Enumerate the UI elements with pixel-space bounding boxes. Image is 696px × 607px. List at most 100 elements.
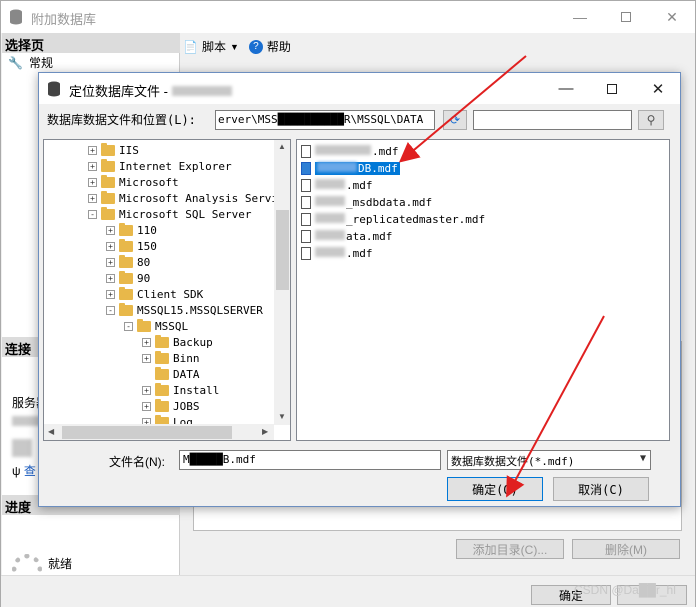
script-button[interactable]: 📄 脚本 ▼ bbox=[183, 38, 239, 55]
collapse-icon[interactable]: - bbox=[124, 321, 133, 331]
tree-item[interactable]: + Install bbox=[142, 382, 219, 398]
expand-icon[interactable]: + bbox=[106, 289, 115, 299]
dialog-ok-button[interactable]: 确定(O) bbox=[447, 477, 543, 501]
tree-item[interactable]: DATA bbox=[142, 366, 200, 382]
expand-icon[interactable]: + bbox=[88, 145, 97, 155]
search-input[interactable] bbox=[473, 110, 632, 130]
location-path-field[interactable]: erver\MSS██████████R\MSSQL\DATA bbox=[215, 110, 435, 130]
file-name: _msdbdata.mdf bbox=[315, 195, 432, 209]
tree-item[interactable]: + JOBS bbox=[142, 398, 200, 414]
search-button[interactable]: ⚲ bbox=[638, 110, 664, 130]
maximize-button[interactable] bbox=[603, 1, 649, 33]
file-item[interactable]: .mdf bbox=[301, 245, 373, 261]
tree-vertical-scrollbar[interactable]: ▲ ▼ bbox=[274, 140, 290, 425]
file-item[interactable]: ata.mdf bbox=[301, 228, 392, 244]
expand-icon[interactable]: + bbox=[106, 257, 115, 267]
tree-item[interactable]: + Backup bbox=[142, 334, 213, 350]
file-name: .mdf bbox=[315, 144, 399, 158]
chevron-down-icon: ▼ bbox=[229, 41, 239, 52]
tree-vertical-thumb[interactable] bbox=[276, 210, 289, 290]
expand-icon[interactable]: + bbox=[88, 193, 97, 203]
outer-titlebar: 附加数据库 — ✕ bbox=[1, 1, 695, 33]
folder-icon bbox=[119, 270, 133, 284]
collapse-icon[interactable]: - bbox=[88, 209, 97, 219]
tree-item-label: Internet Explorer bbox=[119, 159, 232, 173]
dialog-minimize-button[interactable]: — bbox=[543, 73, 589, 104]
tree-item-label: 90 bbox=[137, 271, 151, 285]
file-item[interactable]: _replicatedmaster.mdf bbox=[301, 211, 485, 227]
expand-icon[interactable]: + bbox=[106, 273, 115, 283]
help-button[interactable]: ? 帮助 bbox=[248, 38, 291, 55]
tree-item-label: IIS bbox=[119, 143, 139, 157]
expand-icon[interactable]: + bbox=[106, 225, 115, 235]
filename-input[interactable]: M█████B.mdf bbox=[179, 450, 441, 470]
folder-icon bbox=[155, 382, 169, 396]
file-item-selected[interactable]: DB.mdf bbox=[301, 160, 400, 176]
expand-icon[interactable]: + bbox=[142, 401, 151, 411]
tree-item[interactable]: +80 bbox=[106, 254, 150, 270]
scroll-left-icon: ◀ bbox=[48, 427, 55, 436]
filetype-select[interactable]: 数据库数据文件(*.mdf) ▼ bbox=[447, 450, 651, 470]
tree-item[interactable]: +150 bbox=[106, 238, 157, 254]
tree-item[interactable]: +90 bbox=[106, 270, 150, 286]
database-icon bbox=[48, 81, 60, 97]
page-item-general[interactable]: 🔧 常规 bbox=[8, 54, 53, 71]
tree-item[interactable]: + Client SDK bbox=[106, 286, 203, 302]
scroll-right-icon: ▶ bbox=[262, 427, 269, 436]
minimize-button[interactable]: — bbox=[557, 1, 603, 33]
tree-item[interactable]: + Microsoft Analysis Servic bbox=[88, 190, 285, 206]
expand-icon[interactable]: + bbox=[142, 385, 151, 395]
dialog-maximize-button[interactable] bbox=[589, 73, 635, 104]
tree-item-label: Binn bbox=[173, 351, 200, 365]
file-item[interactable]: .mdf bbox=[301, 177, 373, 193]
close-icon: ✕ bbox=[651, 80, 665, 98]
tree-horizontal-scrollbar[interactable]: ◀ ▶ bbox=[44, 424, 274, 440]
tree-item[interactable]: + IIS bbox=[88, 142, 139, 158]
folder-icon bbox=[155, 350, 169, 364]
tree-item[interactable]: + Binn bbox=[142, 350, 200, 366]
expand-icon[interactable]: + bbox=[88, 177, 97, 187]
folder-icon bbox=[101, 142, 115, 156]
file-icon bbox=[301, 246, 311, 260]
tree-item[interactable]: + Microsoft bbox=[88, 174, 179, 190]
file-icon bbox=[301, 195, 311, 209]
tree-item-label: Microsoft bbox=[119, 175, 179, 189]
tree-item[interactable]: - MSSQL15.MSSQLSERVER bbox=[106, 302, 263, 318]
expand-icon[interactable]: + bbox=[106, 241, 115, 251]
expand-icon[interactable]: + bbox=[88, 161, 97, 171]
dialog-close-button[interactable]: ✕ bbox=[635, 73, 681, 104]
add-catalog-button[interactable]: 添加目录(C)... bbox=[456, 539, 564, 559]
folder-tree[interactable]: + IIS + Internet Explorer + Microsoft + Microso… bbox=[43, 139, 291, 441]
expand-icon[interactable]: + bbox=[142, 337, 151, 347]
minimize-icon: — bbox=[558, 80, 574, 97]
refresh-button[interactable]: ⟳ bbox=[443, 110, 467, 130]
file-name: ata.mdf bbox=[315, 229, 392, 243]
tree-item[interactable]: + Internet Explorer bbox=[88, 158, 232, 174]
connection-icon: ψ bbox=[12, 464, 21, 478]
file-item[interactable]: .mdf bbox=[301, 143, 399, 159]
view-connection-link[interactable]: ψ 查 bbox=[12, 462, 36, 479]
dialog-title: 定位数据库文件 - bbox=[69, 81, 232, 100]
dialog-title-text: 定位数据库文件 - bbox=[69, 84, 168, 99]
tree-item[interactable]: - Microsoft SQL Server bbox=[88, 206, 251, 222]
file-icon bbox=[301, 144, 311, 158]
dialog-cancel-button[interactable]: 取消(C) bbox=[553, 477, 649, 501]
tree-item-label: DATA bbox=[173, 367, 200, 381]
close-button[interactable]: ✕ bbox=[649, 1, 695, 33]
remove-button[interactable]: 删除(M) bbox=[572, 539, 680, 559]
select-page-header: 选择页 bbox=[2, 33, 180, 53]
outer-toolbar: 📄 脚本 ▼ ? 帮助 bbox=[183, 38, 291, 55]
help-icon: ? bbox=[248, 39, 263, 54]
file-item[interactable]: _msdbdata.mdf bbox=[301, 194, 432, 210]
file-list[interactable]: .mdf DB.mdf .mdf _msdbdata.mdf _replicatedma… bbox=[296, 139, 670, 441]
folder-icon bbox=[155, 334, 169, 348]
expand-icon[interactable]: + bbox=[142, 353, 151, 363]
folder-icon bbox=[119, 302, 133, 316]
dialog-titlebar: 定位数据库文件 - — ✕ bbox=[39, 73, 680, 104]
tree-item[interactable]: - MSSQL bbox=[124, 318, 188, 334]
tree-item[interactable]: +110 bbox=[106, 222, 157, 238]
folder-icon bbox=[119, 254, 133, 268]
tree-horizontal-thumb[interactable] bbox=[62, 426, 232, 439]
view-link-text: 查 bbox=[23, 464, 36, 478]
collapse-icon[interactable]: - bbox=[106, 305, 115, 315]
